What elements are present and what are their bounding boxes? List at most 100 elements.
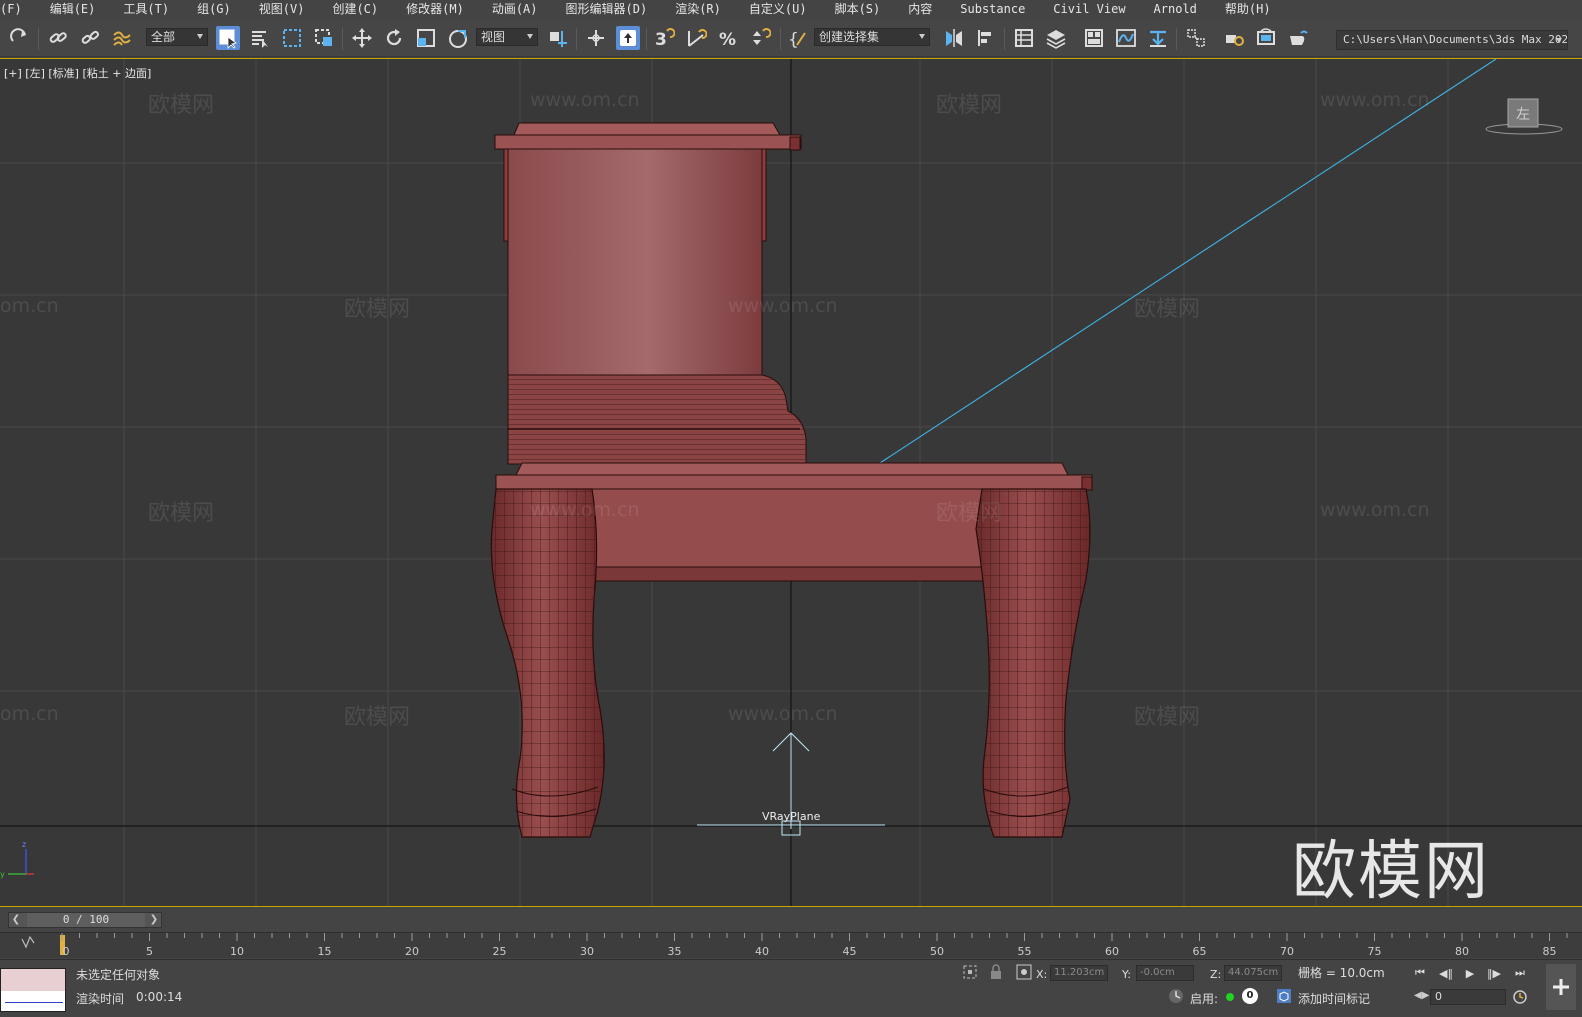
time-slider-knob[interactable]: 0 / 100 bbox=[27, 913, 145, 927]
render-production-icon[interactable] bbox=[1286, 26, 1310, 50]
viewport-label[interactable]: [+] [左] [标准] [粘土 + 边面] bbox=[4, 65, 151, 81]
scene-explorer-icon[interactable] bbox=[1012, 26, 1036, 50]
menu-item[interactable]: (F) bbox=[0, 0, 36, 18]
next-key-icon[interactable]: ‖▶ bbox=[1484, 964, 1504, 982]
menu-item[interactable]: 帮助(H) bbox=[1211, 0, 1285, 18]
pivot-center-icon[interactable] bbox=[546, 26, 570, 50]
spinner-snap-icon[interactable] bbox=[748, 26, 772, 50]
track-bar-tick-label: 50 bbox=[930, 945, 944, 958]
menu-item[interactable]: 自定义(U) bbox=[735, 0, 821, 18]
menu-item[interactable]: 脚本(S) bbox=[821, 0, 895, 18]
layer-explorer-icon[interactable] bbox=[1044, 26, 1068, 50]
watermark-url: www.om.cn bbox=[728, 703, 838, 725]
edit-named-selection-icon[interactable]: { bbox=[786, 26, 810, 50]
menu-item[interactable]: 动画(A) bbox=[478, 0, 552, 18]
time-slider[interactable]: ❮ 0 / 100 ❯ bbox=[8, 912, 162, 928]
menu-item[interactable]: 工具(T) bbox=[109, 0, 183, 18]
menu-item[interactable]: 创建(C) bbox=[318, 0, 392, 18]
watermark-url-partial: om.cn bbox=[0, 295, 59, 317]
chair-model[interactable] bbox=[490, 122, 1093, 838]
placement-icon[interactable] bbox=[446, 26, 470, 50]
unlink-icon[interactable] bbox=[78, 26, 102, 50]
project-path-value: C:\Users\Han\Documents\3ds Max 2022 bbox=[1343, 33, 1568, 46]
rotate-icon[interactable] bbox=[382, 26, 406, 50]
select-object-icon[interactable] bbox=[216, 26, 240, 50]
go-to-end-icon[interactable]: ⏭ bbox=[1510, 964, 1530, 982]
track-bar-tick-label: 55 bbox=[1017, 945, 1032, 958]
watermark-text: 欧模网 bbox=[1134, 297, 1201, 322]
menu-item[interactable]: Substance bbox=[946, 0, 1039, 18]
adaptive-degradation-icon[interactable] bbox=[1168, 988, 1184, 1004]
mirror-icon[interactable] bbox=[942, 26, 966, 50]
y-label: Y: bbox=[1122, 968, 1131, 981]
select-manipulate-icon[interactable] bbox=[584, 26, 608, 50]
track-bar-tick-label: 10 bbox=[230, 945, 244, 958]
watermark-url: www.om.cn bbox=[530, 499, 640, 521]
project-path-dropdown[interactable]: C:\Users\Han\Documents\3ds Max 2022 bbox=[1336, 30, 1568, 50]
selection-filter-value: 全部 bbox=[151, 30, 176, 44]
menu-item[interactable]: 视图(V) bbox=[245, 0, 319, 18]
reference-coordinate-dropdown[interactable]: 视图 bbox=[476, 28, 538, 46]
menu-item[interactable]: 编辑(E) bbox=[36, 0, 110, 18]
link-icon[interactable] bbox=[46, 26, 70, 50]
menu-item[interactable]: 内容 bbox=[894, 0, 946, 18]
time-tag-icon[interactable] bbox=[1276, 988, 1292, 1004]
maxscript-mini-listener[interactable] bbox=[0, 968, 66, 1012]
menu-item[interactable]: Civil View bbox=[1039, 0, 1139, 18]
next-frame-icon[interactable]: ❯ bbox=[147, 913, 161, 927]
add-time-tag[interactable]: 添加时间标记 bbox=[1298, 990, 1370, 1007]
viewport-navigation-button[interactable] bbox=[1546, 964, 1576, 1010]
menu-item[interactable]: 图形编辑器(D) bbox=[552, 0, 662, 18]
keyboard-shortcut-override-icon[interactable] bbox=[616, 26, 640, 50]
svg-text:{: { bbox=[788, 30, 799, 49]
bind-space-warp-icon[interactable] bbox=[110, 26, 134, 50]
selection-lock-icon[interactable] bbox=[988, 964, 1004, 980]
menu-item[interactable]: Arnold bbox=[1140, 0, 1211, 18]
light-target-line[interactable] bbox=[879, 59, 1497, 464]
menu-item[interactable]: 组(G) bbox=[183, 0, 245, 18]
track-bar-tick-label: 80 bbox=[1455, 945, 1469, 958]
scale-icon[interactable] bbox=[414, 26, 438, 50]
current-frame-field[interactable]: 0 bbox=[1430, 989, 1506, 1005]
z-coordinate-field[interactable]: 44.075cm bbox=[1224, 965, 1282, 981]
menu-item[interactable]: 渲染(R) bbox=[661, 0, 735, 18]
svg-text:z: z bbox=[22, 840, 26, 849]
play-icon[interactable]: ▶ bbox=[1460, 964, 1480, 982]
y-coordinate-field[interactable]: -0.0cm bbox=[1136, 965, 1194, 981]
align-icon[interactable] bbox=[974, 26, 998, 50]
enabled-count[interactable]: 0 bbox=[1242, 988, 1258, 1004]
track-bar[interactable]: 0 5 10 15 20 25 30 35 40 45 50 55 60 65 70 75 80 85 bbox=[0, 932, 1582, 958]
x-coordinate-field[interactable]: 11.203cm bbox=[1050, 965, 1108, 981]
window-crossing-icon[interactable] bbox=[312, 26, 336, 50]
material-editor-icon[interactable] bbox=[1184, 26, 1208, 50]
isolate-selection-icon[interactable] bbox=[962, 964, 978, 980]
go-to-start-icon[interactable]: ⏮ bbox=[1410, 964, 1430, 982]
rectangular-selection-icon[interactable] bbox=[280, 26, 304, 50]
track-bar-tick-label: 45 bbox=[842, 945, 857, 958]
vray-plane-label[interactable]: VRayPlane bbox=[762, 810, 820, 823]
track-bar-tick-label: 65 bbox=[1192, 945, 1207, 958]
named-selection-dropdown[interactable]: 创建选择集 bbox=[814, 28, 930, 46]
percent-snap-icon[interactable]: % bbox=[716, 26, 740, 50]
curve-editor-icon[interactable] bbox=[1114, 26, 1138, 50]
schematic-view-icon[interactable] bbox=[1146, 26, 1170, 50]
redo-icon[interactable] bbox=[8, 26, 32, 50]
previous-key-icon[interactable]: ◀‖ bbox=[1436, 964, 1456, 982]
key-mode-icon[interactable]: ◀▶ bbox=[1414, 990, 1429, 1001]
track-bar-tick-label: 35 bbox=[667, 945, 682, 958]
render-setup-icon[interactable] bbox=[1222, 26, 1246, 50]
left-viewport[interactable]: z y [+] [左] [标准] [粘土 + 边面] 欧模网 www.om.cn… bbox=[0, 58, 1582, 907]
absolute-mode-icon[interactable] bbox=[1016, 964, 1032, 980]
time-configuration-icon[interactable] bbox=[1512, 989, 1528, 1005]
select-by-name-icon[interactable] bbox=[248, 26, 272, 50]
rendered-frame-window-icon[interactable] bbox=[1254, 26, 1278, 50]
move-icon[interactable] bbox=[350, 26, 374, 50]
selection-filter-dropdown[interactable]: 全部 bbox=[146, 28, 208, 46]
viewcube[interactable]: 左 bbox=[1484, 97, 1564, 137]
snaps-toggle-icon[interactable]: 3 bbox=[652, 26, 676, 50]
angle-snap-icon[interactable] bbox=[684, 26, 708, 50]
previous-frame-icon[interactable]: ❮ bbox=[9, 913, 23, 927]
track-bar-tick-label: 85 bbox=[1542, 945, 1557, 958]
menu-item[interactable]: 修改器(M) bbox=[392, 0, 478, 18]
toggle-ribbon-icon[interactable] bbox=[1082, 26, 1106, 50]
